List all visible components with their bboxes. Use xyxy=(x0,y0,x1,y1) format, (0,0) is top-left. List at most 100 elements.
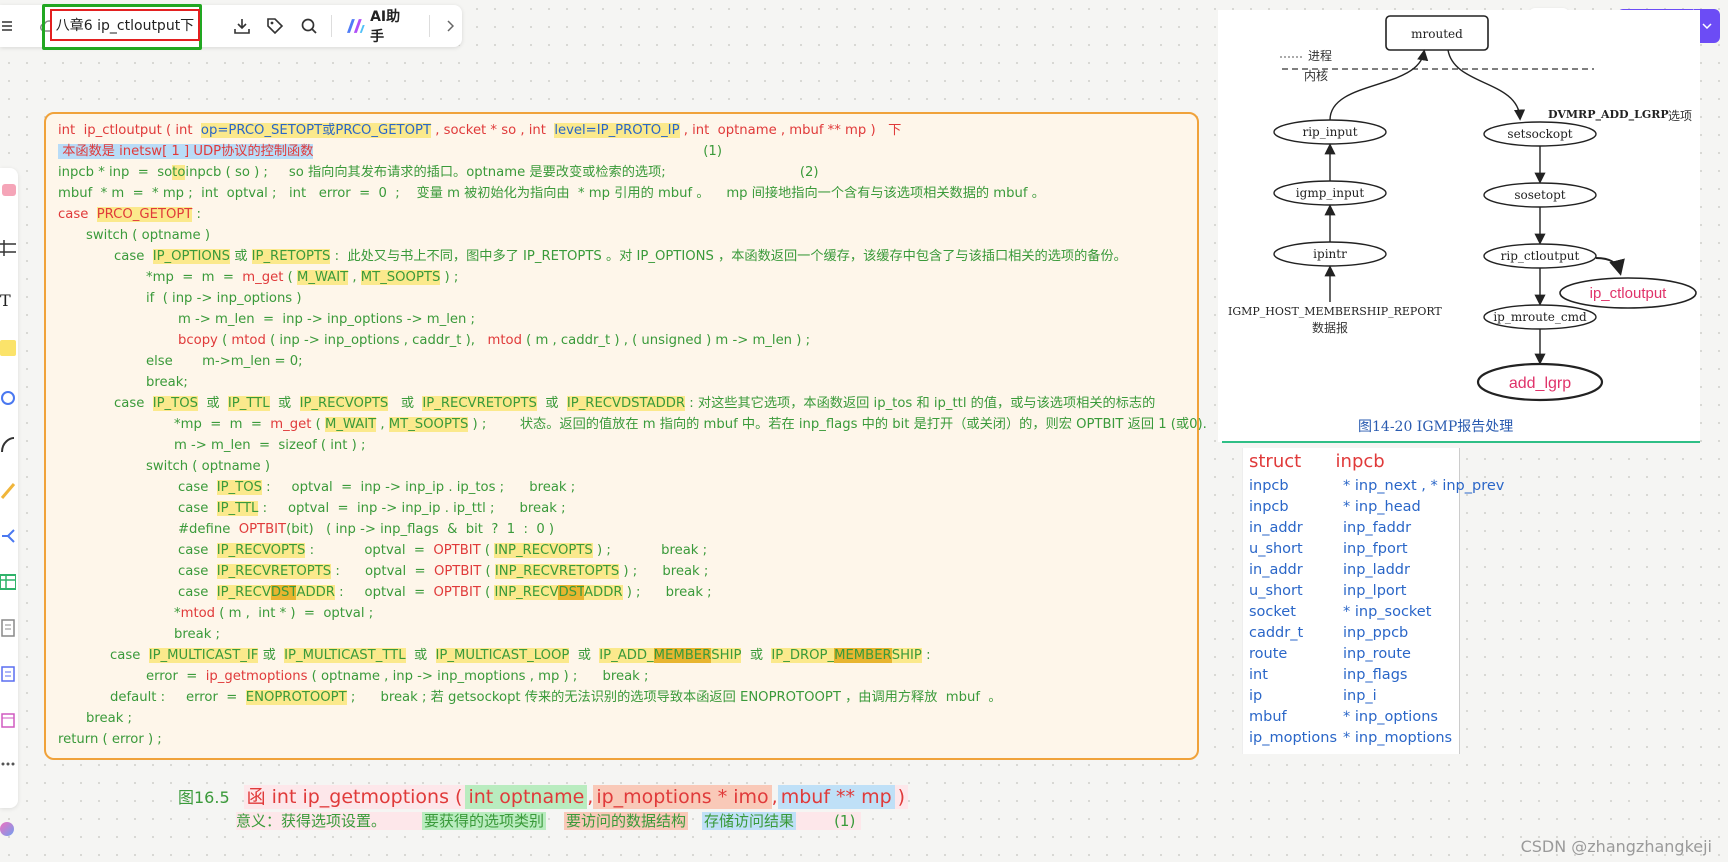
list-icon[interactable] xyxy=(0,664,16,684)
diagram-divider xyxy=(1222,441,1700,443)
chevron-right-icon[interactable] xyxy=(438,9,462,43)
field-type: route xyxy=(1249,646,1288,662)
meaning-optname: 要获得的选项类别 xyxy=(422,812,547,830)
shape-icon[interactable] xyxy=(0,386,16,406)
table-icon[interactable] xyxy=(0,572,17,592)
func-marker: 函 xyxy=(243,785,269,809)
meaning-ref: (1) xyxy=(796,812,862,830)
code-line: #define OPTBIT(bit) ( inp -> inp_flags &… xyxy=(178,522,555,537)
node-ip-mroute-cmd-label: ip_mroute_cmd xyxy=(1493,310,1587,324)
more-icon[interactable] xyxy=(0,754,16,774)
left-tool-strip: T xyxy=(0,168,18,808)
ai-assistant-label: AI助手 xyxy=(370,9,401,45)
func-name: int ip_getmoptions ( xyxy=(268,785,466,809)
field-name: * inp_moptions xyxy=(1343,730,1453,746)
process-label: 进程 xyxy=(1308,48,1332,63)
field-name: inp_lport xyxy=(1343,583,1407,599)
node-ip-ctloutput-label: ip_ctloutput xyxy=(1590,285,1668,302)
option-label: 选项 xyxy=(1668,109,1692,123)
sticky-note-icon[interactable] xyxy=(0,338,16,358)
document-icon[interactable] xyxy=(0,618,16,638)
pen-icon[interactable] xyxy=(0,480,16,500)
field-name: * inp_socket xyxy=(1343,604,1432,620)
dvmrp-label: DVMRP_ADD_LGRP xyxy=(1548,108,1669,122)
document-title[interactable]: 八章6 ip_ctloutput下 xyxy=(50,9,200,41)
node-rip-ctloutput-label: rip_ctloutput xyxy=(1501,249,1580,263)
field-type: u_short xyxy=(1249,583,1303,599)
struct-field-row: ip inp_i xyxy=(1243,688,1459,709)
field-type: caddr_t xyxy=(1249,625,1304,641)
field-type: ip_moptions xyxy=(1249,730,1338,746)
code-line: mbuf * m = * mp ; int optval ; int error… xyxy=(58,186,1045,201)
field-type: u_short xyxy=(1249,541,1303,557)
field-type: inpcb xyxy=(1249,499,1289,515)
field-name: * inp_options xyxy=(1343,709,1438,725)
frame-icon[interactable] xyxy=(0,238,16,258)
code-line: 本函数是 inetsw[ 1 ] UDP协议的控制函数 (1) xyxy=(58,144,722,159)
node-mrouted-label: mrouted xyxy=(1411,27,1463,41)
struct-field-row: in_addr inp_faddr xyxy=(1243,520,1459,541)
close-paren: ) xyxy=(894,785,909,809)
node-ipintr-label: ipintr xyxy=(1313,247,1347,261)
palette-icon[interactable] xyxy=(0,822,14,836)
field-type: inpcb xyxy=(1249,478,1289,494)
code-card[interactable]: int ip_ctloutput ( int op=PRCO_SETOPT或PR… xyxy=(44,112,1207,760)
watermark: CSDN @zhangzhangkeji xyxy=(1520,837,1712,856)
code-line: *mp = m = m_get ( M_WAIT , MT_SOOPTS ) ; xyxy=(146,270,459,285)
struct-field-row: ip_moptions * inp_moptions xyxy=(1243,730,1459,751)
struct-field-row: int inp_flags xyxy=(1243,667,1459,688)
field-type: ip xyxy=(1249,688,1263,704)
code-line: case IP_TTL : optval = inp -> inp_ip . i… xyxy=(178,501,566,516)
code-line: else m->m_len = 0; xyxy=(146,354,303,369)
param-mp: mbuf ** mp xyxy=(777,785,895,809)
node-add-lgrp-label: add_lgrp xyxy=(1509,375,1571,392)
download-icon[interactable] xyxy=(225,9,259,43)
connector-icon[interactable] xyxy=(0,434,16,454)
edge-rip-ctloutput-ip-ctloutput xyxy=(1595,257,1625,276)
template-icon[interactable] xyxy=(0,180,16,200)
field-name: * inp_head xyxy=(1343,499,1421,515)
code-line: default : error = ENOPROTOOPT ; break ; … xyxy=(110,690,1002,705)
figure-16-5-meaning: 意义：获得选项设置。 要获得的选项类别 要访问的数据结构 存储访问结果 (1) xyxy=(236,810,862,834)
svg-text:T: T xyxy=(0,291,11,310)
field-type: int xyxy=(1249,667,1268,683)
menu-icon[interactable] xyxy=(0,9,14,43)
struct-field-row: u_short inp_fport xyxy=(1243,541,1459,562)
code-line: m -> m_len = sizeof ( int ) ; xyxy=(174,438,366,453)
struct-keyword: struct xyxy=(1249,451,1302,472)
calendar-icon[interactable] xyxy=(0,710,16,730)
ai-assistant-button[interactable]: AI助手 xyxy=(338,6,421,46)
code-line: break; xyxy=(146,375,188,390)
ai-logo-icon xyxy=(347,19,366,33)
struct-field-row: inpcb * inp_next , * inp_prev xyxy=(1243,478,1504,499)
edge-rip-mrouted xyxy=(1329,49,1429,121)
figure-16-5-signature[interactable]: 图16.5 函 int ip_getmoptions (int optname, ip… xyxy=(178,782,909,809)
struct-field-row: route inp_route xyxy=(1243,646,1459,667)
code-line: switch ( optname ) xyxy=(86,228,210,243)
edge-mrouted-setsockopt xyxy=(1447,49,1526,121)
text-icon[interactable]: T xyxy=(0,290,16,310)
kernel-label: 内核 xyxy=(1304,69,1328,83)
datagram-label: 数据报 xyxy=(1312,320,1348,335)
code-line: bcopy ( mtod ( inp -> inp_options , cadd… xyxy=(178,333,811,348)
meaning-mp: 存储访问结果 xyxy=(702,812,797,830)
node-rip-input-label: rip_input xyxy=(1302,125,1357,139)
struct-inpcb-card[interactable]: struct inpcb inpcb * inp_next , * inp_pre… xyxy=(1242,448,1504,754)
field-name: inp_laddr xyxy=(1343,562,1410,578)
tag-icon[interactable] xyxy=(258,9,292,43)
field-name: inp_fport xyxy=(1343,541,1408,557)
struct-field-row: u_short inp_lport xyxy=(1243,583,1459,604)
struct-field-row: inpcb * inp_head xyxy=(1243,499,1459,520)
comma: , xyxy=(771,786,778,808)
field-type: mbuf xyxy=(1249,709,1287,725)
field-type: socket xyxy=(1249,604,1296,620)
code-line: switch ( optname ) xyxy=(146,459,270,474)
meaning-imo: 要访问的数据结构 xyxy=(564,812,689,830)
code-line: break ; xyxy=(174,627,220,642)
mindmap-icon[interactable] xyxy=(0,526,16,546)
struct-header: struct inpcb xyxy=(1243,448,1459,478)
search-icon[interactable] xyxy=(292,9,326,43)
code-line: case IP_TOS 或 IP_TTL 或 IP_RECVOPTS 或 IP_… xyxy=(114,396,1156,411)
node-sosetopt-label: sosetopt xyxy=(1514,188,1565,202)
igmp-report-diagram[interactable]: mrouted 进程 内核 rip_input igmp_input ipint… xyxy=(1218,10,1700,442)
